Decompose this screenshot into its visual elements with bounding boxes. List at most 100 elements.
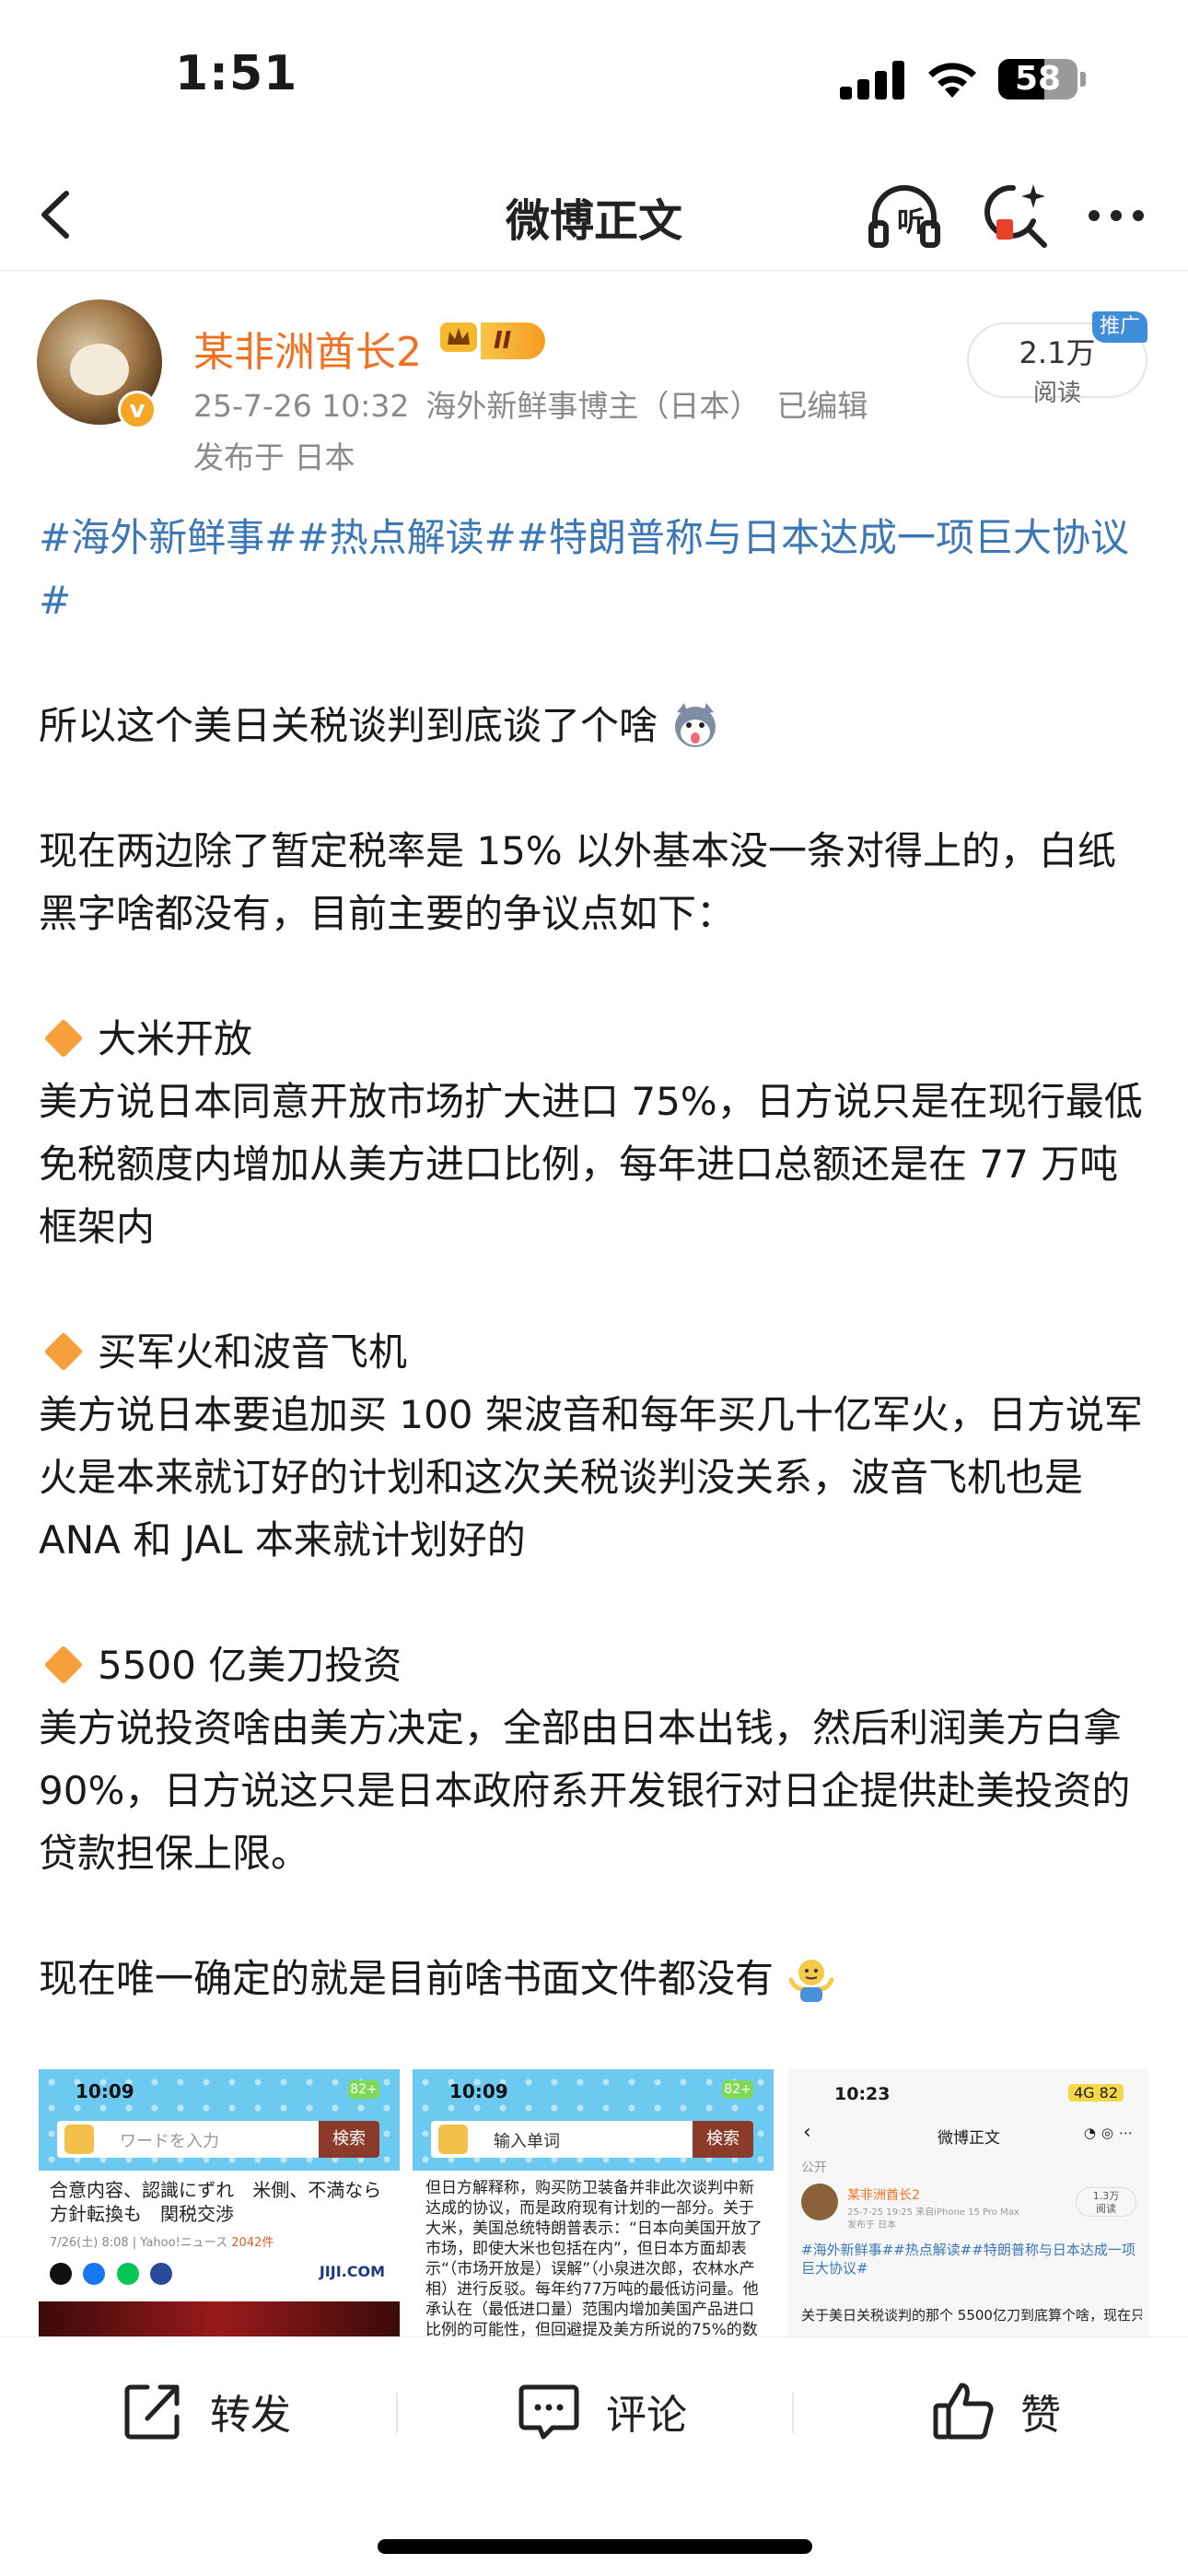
thumb-published: 发布于 日本 [847,2220,897,2231]
status-time: 1:51 [175,46,298,101]
more-icon[interactable] [1077,177,1155,254]
thumbs-up-icon [933,2383,994,2440]
author-role: 海外新鲜事博主（日本） [425,388,761,424]
point-title: 买军火和波音飞机 [39,1321,1153,1384]
thumb-battery: 82+ [348,2080,379,2099]
point-title-text: 买军火和波音飞机 [98,1329,408,1375]
husky-emoji-icon [675,702,716,747]
thumb-search-placeholder: 输入单词 [494,2132,560,2151]
thumb-header: 10:09 82+ 输入单词 検索 [413,2069,774,2171]
point-text: 美方说日本要追加买 100 架波音和每年买几十亿军火，日方说军火是本来就订好的计… [39,1392,1143,1563]
post-conclusion: 现在唯一确定的就是目前啥书面文件都没有 [39,1948,1153,2010]
thumb-time: 10:09 [449,2080,508,2102]
home-indicator[interactable] [378,2539,812,2554]
repost-button[interactable]: 转发 [120,2374,291,2448]
post-timestamp: 25-7-26 10:32 [193,388,410,424]
thumb-search-bar: 输入单词 検索 [431,2121,753,2158]
repost-icon [124,2384,180,2440]
author-name[interactable]: 某非洲酋长2 [193,319,422,378]
thumb-search-button: 検索 [319,2121,379,2158]
image-attachments: 10:09 82+ ワードを入力 検索 合意内容、認識にずれ 米側、不満なら方針… [39,2069,1149,2336]
battery-icon: 58 [998,59,1077,100]
thumb-time: 10:23 [834,2084,891,2104]
edited-label: 已编辑 [776,388,868,424]
thumb-post-text: 关于美日关税谈判的那个 5500亿刀到底算个啥，现在只 [801,2307,1142,2324]
ai-search-icon [984,184,1047,248]
point-title: 大米开放 [39,1008,1153,1071]
facebook-share-icon [83,2263,106,2285]
post-meta: 25-7-26 10:32 海外新鲜事博主（日本） 已编辑 [193,381,884,426]
x-share-icon [50,2263,72,2285]
thumb-topics: #海外新鲜事##热点解读##特朗普称与日本达成一项巨大协议# [801,2242,1136,2277]
point-text: 美方说日本同意开放市场扩大进口 75%，日方说只是在现行最低免税额度内增加从美方… [39,1079,1143,1249]
point-title: 5500 亿美刀投资 [39,1634,1153,1697]
thumb-photo-strip [39,2301,400,2336]
post-summary: 现在两边除了暂定税率是 15% 以外基本没一条对得上的，白纸黑字啥都没有，目前主… [39,828,1117,936]
like-label: 赞 [1020,2392,1061,2439]
thumb-source: 7/26(土) 8:08 | Yahoo!ニュース [50,2236,228,2250]
thumb-read-box: 1.3万 阅读 [1076,2187,1136,2217]
shrug-emoji-icon [788,1959,834,2002]
read-label: 阅读 [1032,380,1081,407]
jiji-logo: JIJI.COM [319,2263,385,2280]
mascot-icon [64,2125,94,2154]
cellular-signal-icon [840,61,904,100]
nav-bar: 微博正文 听 [0,157,1188,271]
like-button[interactable]: 赞 [930,2374,1061,2448]
comment-icon [518,2384,579,2440]
comment-label: 评论 [606,2392,687,2439]
battery-percent: 58 [1014,60,1062,98]
thumb-battery-level: 82 [1099,2084,1118,2102]
hatena-share-icon [150,2263,173,2285]
attachment-image[interactable]: 10:23 4G 82 ‹ 微博正文 ◔◎⋯ 公开 某非洲酋长2 25-7-25… [788,2069,1149,2336]
thumb-translation-text: 但日方解释称，购买防卫装备并非此次谈判中新达成的协议，而是政府现有计划的一部分。… [425,2179,763,2336]
mascot-icon [438,2125,468,2154]
wifi-icon [928,63,976,98]
thumb-author: 某非洲酋长2 [847,2188,920,2203]
promote-badge[interactable]: 推广 [1092,311,1147,343]
orange-diamond-icon [43,1018,84,1058]
thumb-visibility: 公开 [801,2160,827,2175]
thumb-comment-unit: 件 [262,2236,274,2250]
thumb-nav-icons: ◔◎⋯ [1083,2125,1138,2141]
listen-button[interactable]: 听 [866,177,943,254]
thumb-time: 10:09 [76,2080,134,2102]
thumb-headline: 合意内容、認識にずれ 米側、不満なら方針転換も 関税交渉 [50,2179,382,2225]
published-location: 发布于 日本 [193,439,355,475]
attachment-image[interactable]: 10:09 82+ ワードを入力 検索 合意内容、認識にずれ 米側、不満なら方針… [39,2069,400,2336]
ai-search-button[interactable] [976,177,1054,254]
repost-label: 转发 [210,2392,291,2439]
post-body: #海外新鲜事##热点解读##特朗普称与日本达成一项巨大协议# 所以这个美日关税谈… [39,507,1153,2010]
thumb-battery: 4G 82 [1067,2084,1124,2102]
verified-badge-icon: v [118,391,157,429]
thumb-source-line: 7/26(土) 8:08 | Yahoo!ニュース 2042件 [50,2231,390,2255]
comment-button[interactable]: 评论 [516,2374,687,2448]
orange-diamond-icon [43,1331,84,1371]
thumb-search-button: 検索 [693,2121,753,2158]
thumb-comment-count: 2042 [231,2236,262,2250]
battery-cap [1080,72,1086,87]
post-conclusion-text: 现在唯一确定的就是目前啥书面文件都没有 [39,1956,775,2001]
thumb-search-bar: ワードを入力 検索 [57,2121,379,2158]
orange-diamond-icon [43,1645,84,1684]
avatar-face [70,344,129,395]
member-level-badge[interactable]: II [481,322,545,359]
post-intro: 所以这个美日关税谈判到底谈了个啥 [39,695,1153,757]
point-text: 美方说投资啥由美方决定，全部由日本出钱，然后利润美方白拿 90%，日方说这只是日… [39,1705,1131,1876]
thumb-avatar [801,2184,838,2220]
attachment-image[interactable]: 10:09 82+ 输入单词 検索 但日方解释称，购买防卫装备并非此次谈判中新达… [413,2069,774,2336]
thumb-read-count: 1.3万 [1092,2190,1120,2202]
line-share-icon [116,2263,139,2285]
point-title-text: 大米开放 [98,1016,253,1061]
action-divider [396,2393,398,2433]
thumb-network: 4G [1073,2084,1095,2102]
thumb-search-placeholder: ワードを入力 [120,2132,219,2151]
status-bar: 1:51 58 [0,0,1188,157]
topic-links[interactable]: #海外新鲜事##热点解读##特朗普称与日本达成一项巨大协议# [39,507,1153,632]
post-intro-text: 所以这个美日关税谈判到底谈了个啥 [39,703,658,748]
thumb-battery: 82+ [722,2080,753,2099]
thumb-header: 10:09 82+ ワードを入力 検索 [39,2069,400,2171]
crown-icon [440,322,477,352]
thumb-read-label: 阅读 [1096,2203,1116,2215]
point-title-text: 5500 亿美刀投资 [98,1643,402,1688]
